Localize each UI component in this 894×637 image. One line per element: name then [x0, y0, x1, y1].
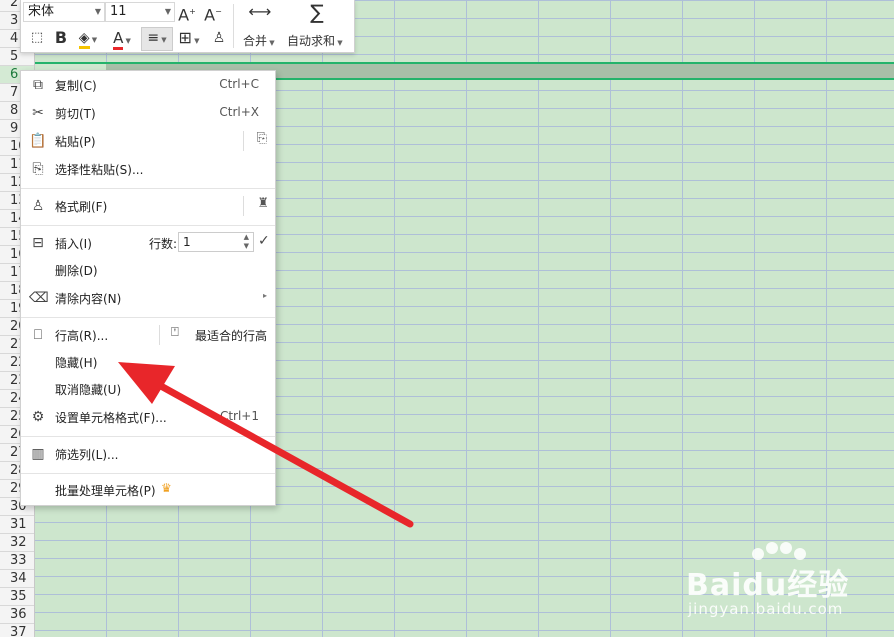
watermark-brand: Baidu经验	[686, 568, 850, 603]
watermark-url: jingyan.baidu.com	[688, 600, 844, 618]
baidu-watermark: Baidu经验 jingyan.baidu.com	[686, 540, 866, 622]
